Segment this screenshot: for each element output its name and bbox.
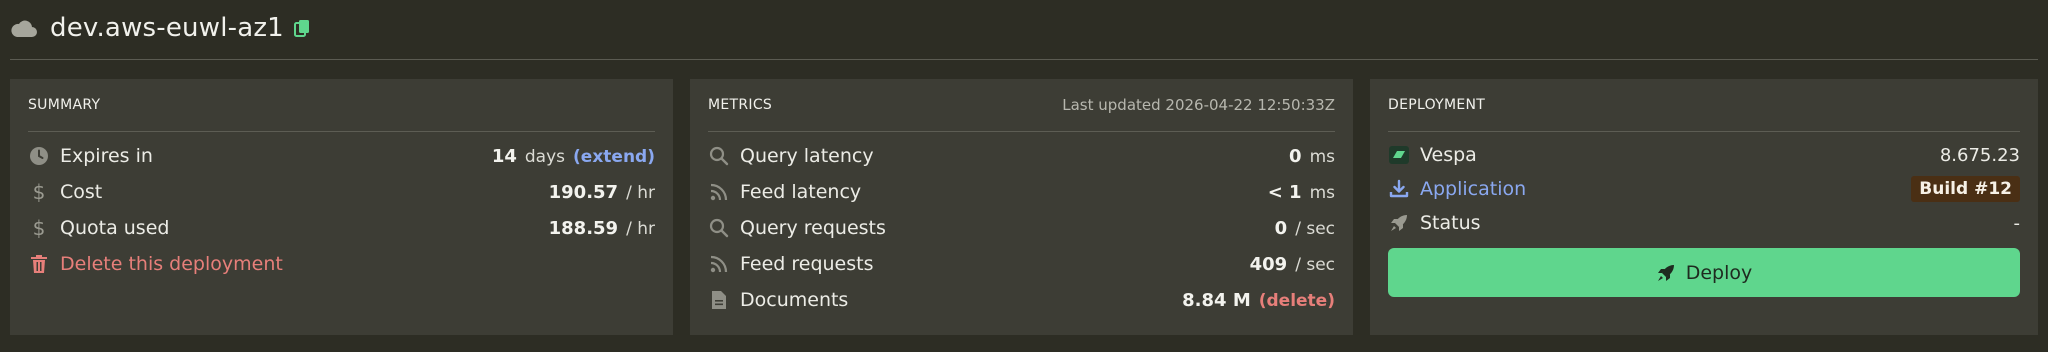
search-icon (708, 145, 730, 167)
deploy-button[interactable]: Deploy (1388, 248, 2020, 297)
metric-label: Query latency (740, 145, 874, 167)
deployment-header: DEPLOYMENT (1388, 79, 2020, 132)
rocket-icon (1656, 263, 1676, 283)
vespa-version: 8.675.23 (1939, 144, 2020, 166)
metric-value: 409 (1249, 253, 1288, 275)
delete-documents-link[interactable]: (delete) (1259, 291, 1335, 311)
deployment-panel: DEPLOYMENT Vespa 8.675.23 Application Bu… (1370, 79, 2038, 335)
clock-icon (28, 145, 50, 167)
quota-row: $ Quota used 188.59 / hr (28, 210, 655, 246)
rocket-icon (1388, 212, 1410, 234)
expires-row: Expires in 14 days (extend) (28, 138, 655, 174)
cost-unit: / hr (626, 182, 655, 203)
dollar-icon: $ (28, 217, 50, 239)
delete-deployment-label[interactable]: Delete this deployment (60, 253, 283, 275)
dollar-icon: $ (28, 181, 50, 203)
metric-unit: / sec (1295, 254, 1335, 275)
search-icon (708, 217, 730, 239)
quota-label: Quota used (60, 217, 170, 239)
metric-row: Documents 8.84 M (delete) (708, 282, 1335, 318)
rss-icon (708, 181, 730, 203)
metrics-title: METRICS (708, 97, 773, 113)
cost-label: Cost (60, 181, 103, 203)
metric-label: Feed requests (740, 253, 874, 275)
metric-row: Query requests 0 / sec (708, 210, 1335, 246)
status-value: - (2013, 212, 2021, 234)
metric-value: 0 (1289, 145, 1302, 167)
metric-unit: ms (1309, 146, 1335, 167)
metrics-header: METRICS Last updated 2026-04-22 12:50:33… (708, 79, 1335, 132)
quota-value: 188.59 (548, 217, 619, 239)
summary-panel: SUMMARY Expires in 14 days (extend) $ Co… (10, 79, 673, 335)
metric-row: Feed latency < 1 ms (708, 174, 1335, 210)
last-updated: Last updated 2026-04-22 12:50:33Z (1062, 96, 1335, 114)
metric-label: Documents (740, 289, 849, 311)
summary-header: SUMMARY (28, 79, 655, 132)
trash-icon (28, 253, 50, 275)
document-icon (708, 289, 730, 311)
vespa-logo-icon (1388, 144, 1410, 166)
metric-row: Feed requests 409 / sec (708, 246, 1335, 282)
cost-row: $ Cost 190.57 / hr (28, 174, 655, 210)
metric-label: Feed latency (740, 181, 862, 203)
svg-text:$: $ (33, 217, 46, 239)
delete-deployment-button[interactable]: Delete this deployment (28, 246, 655, 282)
metric-value: 8.84 M (1182, 289, 1251, 311)
application-row: Application Build #12 (1388, 172, 2020, 206)
cloud-icon (10, 17, 40, 39)
expires-label: Expires in (60, 145, 153, 167)
metric-unit: ms (1309, 182, 1335, 203)
summary-title: SUMMARY (28, 97, 101, 113)
expires-value: 14 (491, 145, 517, 167)
header-divider (10, 59, 2038, 60)
vespa-label: Vespa (1420, 144, 1477, 166)
svg-text:$: $ (33, 181, 46, 203)
quota-unit: / hr (626, 218, 655, 239)
metric-row: Query latency 0 ms (708, 138, 1335, 174)
page-header: dev.aws-euwl-az1 (10, 10, 314, 46)
deploy-label: Deploy (1685, 261, 1753, 284)
metric-value: < 1 (1267, 181, 1302, 203)
deployment-title: DEPLOYMENT (1388, 97, 1486, 113)
expires-unit: days (524, 146, 566, 167)
status-label: Status (1420, 212, 1481, 234)
cost-value: 190.57 (548, 181, 619, 203)
application-link[interactable]: Application (1420, 178, 1526, 200)
metric-value: 0 (1274, 217, 1288, 239)
status-row: Status - (1388, 206, 2020, 240)
copy-icon[interactable] (293, 17, 314, 39)
build-badge: Build #12 (1911, 176, 2020, 202)
extend-link[interactable]: (extend) (573, 147, 655, 167)
rss-icon (708, 253, 730, 275)
vespa-row: Vespa 8.675.23 (1388, 138, 2020, 172)
metric-unit: / sec (1295, 218, 1335, 239)
metric-label: Query requests (740, 217, 886, 239)
deployment-name: dev.aws-euwl-az1 (50, 13, 284, 43)
download-icon (1388, 178, 1410, 200)
metrics-panel: METRICS Last updated 2026-04-22 12:50:33… (690, 79, 1353, 335)
